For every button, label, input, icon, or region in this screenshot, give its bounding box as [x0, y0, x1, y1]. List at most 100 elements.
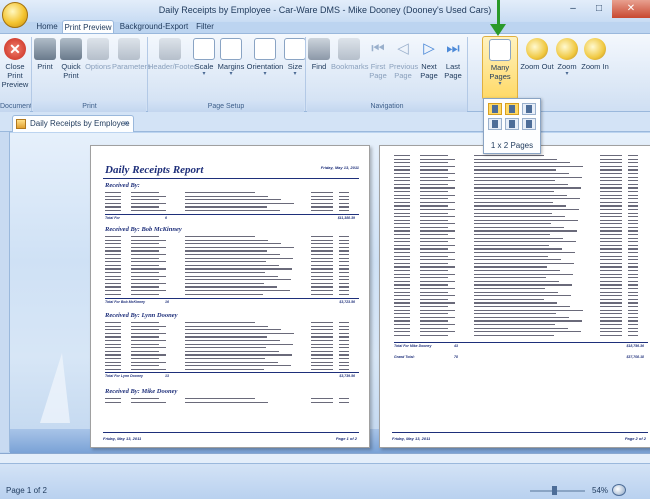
many-pages-button[interactable]: Many Pages ▾	[482, 36, 518, 100]
previous-page-button[interactable]: ◁ Previous Page	[389, 36, 418, 100]
layout-cell[interactable]	[488, 118, 502, 130]
tab-background-export[interactable]: Background-Export	[118, 20, 190, 34]
scale-icon	[193, 38, 215, 60]
window-controls: – □ ✕	[560, 0, 650, 18]
options-button[interactable]: Options	[84, 36, 112, 100]
document-tab-label: Daily Receipts by Employee	[30, 119, 130, 128]
minimize-button[interactable]: –	[560, 0, 586, 18]
annotation-arrow-head	[490, 24, 506, 36]
find-button[interactable]: Find	[307, 36, 331, 100]
group-separator	[305, 37, 306, 111]
group-separator	[31, 37, 32, 111]
quick-printer-icon	[60, 38, 82, 60]
zoom-fit-icon[interactable]	[612, 484, 626, 496]
margins-icon	[220, 38, 242, 60]
group-separator	[467, 37, 468, 111]
maximize-button[interactable]: □	[586, 0, 612, 18]
bookmarks-button[interactable]: Bookmarks	[331, 36, 369, 100]
layout-cell[interactable]	[522, 103, 536, 115]
last-page-icon: ⏭	[446, 40, 460, 57]
title-bar: Daily Receipts by Employee - Car-Ware DM…	[0, 0, 650, 22]
section-total: Total For Mike Dooney 43 $18,756.36	[394, 342, 648, 348]
chevron-down-icon: ▾	[202, 71, 206, 77]
print-button[interactable]: Print	[33, 36, 57, 100]
layout-cell[interactable]	[505, 103, 519, 115]
report-page-1[interactable]: Daily Receipts Report Friday, May 13, 20…	[90, 145, 370, 448]
many-pages-dropdown: 1 x 2 Pages	[483, 98, 541, 154]
section-total: Total For 6 $11,388.39	[105, 214, 359, 220]
report-page-2[interactable]: Total For Mike Dooney 43 $18,756.36 Gran…	[379, 145, 650, 448]
group-print-caption: Print	[33, 101, 146, 112]
chevron-down-icon: ▾	[293, 71, 297, 77]
status-page-indicator: Page 1 of 2	[6, 486, 47, 495]
section-rows	[105, 397, 359, 404]
zoom-out-button[interactable]: Zoom Out	[520, 36, 554, 100]
close-print-preview-button[interactable]: ✕ Close Print Preview	[0, 36, 30, 100]
section-heading: Received By:	[105, 182, 140, 189]
header-footer-icon	[159, 38, 181, 60]
close-window-button[interactable]: ✕	[612, 0, 650, 18]
zoom-in-button[interactable]: Zoom In	[580, 36, 610, 100]
section-rows	[105, 235, 359, 296]
footer-date: Friday, May 13, 2011	[103, 436, 142, 441]
horizontal-scrollbar[interactable]	[0, 454, 650, 464]
grand-total: Grand Total: 78 $37,708.18	[394, 355, 644, 359]
quick-print-button[interactable]: Quick Print	[58, 36, 84, 100]
report-row	[394, 334, 648, 338]
document-tab[interactable]: Daily Receipts by Employee ×	[12, 115, 134, 132]
section-total: Total For Lynn Dooney 13 $3,739.56	[105, 372, 359, 378]
background-sailboat	[40, 353, 70, 423]
orientation-button[interactable]: Orientation ▾	[246, 36, 284, 100]
page-layout-grid	[488, 103, 538, 130]
tab-home[interactable]: Home	[30, 20, 64, 34]
chevron-down-icon: ▾	[498, 81, 502, 87]
group-page-setup-caption: Page Setup	[148, 101, 304, 112]
next-page-icon: ▷	[423, 40, 435, 57]
section-rows	[105, 321, 359, 371]
report-row	[105, 368, 359, 372]
next-page-button[interactable]: ▷ Next Page	[417, 36, 441, 100]
layout-cell[interactable]	[505, 118, 519, 130]
status-bar: Page 1 of 2 54%	[0, 453, 650, 499]
footer-rule	[392, 432, 648, 433]
print-preview-area[interactable]: Daily Receipts Report Friday, May 13, 20…	[10, 133, 650, 453]
zoom-slider[interactable]	[530, 490, 585, 492]
annotation-arrow-stem	[497, 0, 500, 26]
layout-cell[interactable]	[522, 118, 536, 130]
document-tab-strip: Daily Receipts by Employee ×	[0, 112, 650, 132]
ribbon: ✕ Close Print Preview Document Print Qui…	[0, 33, 650, 112]
title-rule	[103, 178, 359, 179]
chevron-down-icon: ▾	[229, 71, 233, 77]
close-tab-icon[interactable]: ×	[124, 118, 129, 128]
zoom-slider-thumb[interactable]	[552, 486, 557, 495]
status-zoom-level: 54%	[592, 486, 609, 495]
parameters-button[interactable]: Parameters	[112, 36, 151, 100]
application-menu-button[interactable]	[2, 2, 28, 28]
section-heading: Received By: Lynn Dooney	[105, 312, 178, 319]
section-rows	[394, 154, 648, 337]
zoom-icon	[556, 38, 578, 60]
footer-page-number: Page 1 of 2	[335, 436, 357, 441]
scale-button[interactable]: Scale ▾	[192, 36, 216, 100]
window-title: Daily Receipts by Employee - Car-Ware DM…	[158, 5, 492, 15]
tab-filter[interactable]: Filter	[192, 20, 218, 34]
chevron-down-icon: ▾	[263, 71, 267, 77]
zoom-button[interactable]: Zoom ▾	[554, 36, 580, 100]
zoom-out-icon	[526, 38, 548, 60]
section-total: Total For Bob McKinney 16 $3,723.56	[105, 298, 359, 304]
size-button[interactable]: Size ▾	[284, 36, 306, 100]
layout-cell[interactable]	[488, 103, 502, 115]
orientation-icon	[254, 38, 276, 60]
first-page-icon: ⏮	[371, 40, 385, 57]
close-circle-icon: ✕	[4, 38, 26, 60]
left-panel-collapsed[interactable]	[0, 132, 10, 452]
footer-date: Friday, May 13, 2011	[392, 436, 431, 441]
margins-button[interactable]: Margins ▾	[216, 36, 246, 100]
first-page-button[interactable]: ⏮ First Page	[367, 36, 389, 100]
parameters-icon	[118, 38, 140, 60]
report-icon	[16, 119, 26, 129]
last-page-button[interactable]: ⏭ Last Page	[441, 36, 465, 100]
header-footer-button[interactable]: Header/Footer	[148, 36, 196, 100]
tab-print-preview[interactable]: Print Preview	[62, 20, 114, 34]
zoom-in-icon	[584, 38, 606, 60]
